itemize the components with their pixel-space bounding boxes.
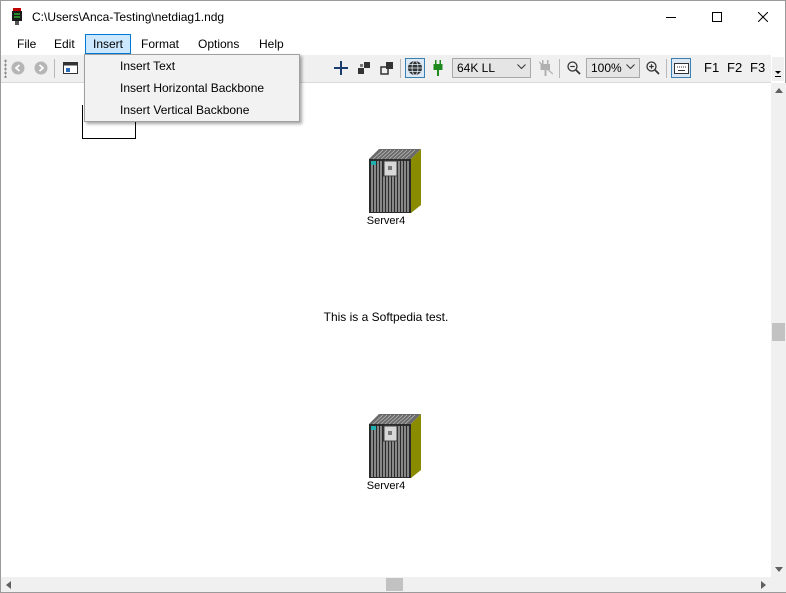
- scroll-left-button[interactable]: [1, 577, 16, 592]
- menu-bar: File Edit Insert Format Options Help: [1, 34, 785, 54]
- server-icon: [369, 149, 421, 213]
- close-icon: [758, 11, 768, 22]
- forward-icon: [34, 61, 48, 75]
- toolbar-grip[interactable]: [4, 59, 7, 78]
- scroll-right-button[interactable]: [756, 577, 771, 592]
- back-button[interactable]: [8, 58, 28, 78]
- insert-text-item[interactable]: Insert Text: [87, 55, 297, 77]
- zoom-select[interactable]: 100%: [586, 58, 640, 78]
- insert-menu-dropdown: Insert Text Insert Horizontal Backbone I…: [84, 54, 300, 122]
- app-icon: [10, 8, 24, 25]
- globe-icon: [408, 60, 422, 76]
- maximize-button[interactable]: [694, 1, 740, 32]
- diagram-canvas[interactable]: Server4 This is a Softpedia test. Server…: [1, 83, 771, 577]
- chevron-down-icon: [626, 64, 635, 70]
- plug-button[interactable]: [428, 58, 448, 78]
- disconnect-button[interactable]: [536, 58, 556, 78]
- close-button[interactable]: [740, 1, 786, 32]
- forward-button[interactable]: [31, 58, 51, 78]
- insert-vertical-backbone-item[interactable]: Insert Vertical Backbone: [87, 99, 297, 121]
- zoom-value: 100%: [591, 61, 622, 75]
- f1-button[interactable]: F1: [704, 60, 719, 75]
- zoom-out-icon: [567, 61, 581, 75]
- disconnect-icon: [539, 60, 553, 76]
- ungroup-icon: [380, 62, 393, 75]
- window-title: C:\Users\Anca-Testing\netdiag1.ndg: [32, 10, 225, 24]
- chevron-down-icon: [775, 71, 781, 77]
- canvas-text[interactable]: This is a Softpedia test.: [1, 310, 771, 324]
- node-label: Server4: [366, 480, 406, 492]
- window-button[interactable]: [60, 58, 80, 78]
- f2-button[interactable]: F2: [727, 60, 742, 75]
- line-type-select[interactable]: 64K LL: [452, 58, 531, 78]
- title-bar: C:\Users\Anca-Testing\netdiag1.ndg: [1, 1, 785, 32]
- vertical-scrollbar[interactable]: [771, 83, 786, 577]
- app-window: C:\Users\Anca-Testing\netdiag1.ndg File …: [0, 0, 786, 593]
- chevron-down-icon: [774, 567, 783, 572]
- toolbar-separator: [559, 59, 560, 78]
- chevron-right-icon: [761, 580, 766, 589]
- toolbar-separator: [666, 59, 667, 78]
- node-label: Server4: [366, 215, 406, 227]
- toolbar-overflow-button[interactable]: [772, 57, 784, 81]
- menu-insert[interactable]: Insert: [85, 34, 132, 54]
- group-icon: [358, 62, 370, 74]
- zoom-in-button[interactable]: [643, 58, 663, 78]
- horizontal-scroll-thumb[interactable]: [386, 578, 403, 591]
- chevron-down-icon: [517, 64, 526, 70]
- server-icon: [369, 414, 421, 478]
- crosshair-icon: [334, 61, 348, 75]
- zoom-out-button[interactable]: [564, 58, 584, 78]
- menu-edit[interactable]: Edit: [47, 34, 82, 54]
- keyboard-icon: [673, 62, 689, 74]
- menu-format[interactable]: Format: [134, 34, 186, 54]
- insert-horizontal-backbone-item[interactable]: Insert Horizontal Backbone: [87, 77, 297, 99]
- minimize-button[interactable]: [648, 1, 694, 32]
- chevron-left-icon: [6, 580, 11, 589]
- line-type-value: 64K LL: [457, 61, 496, 75]
- maximize-icon: [712, 11, 722, 22]
- vertical-scroll-thumb[interactable]: [772, 323, 785, 341]
- chevron-up-icon: [774, 88, 783, 93]
- toolbar-separator: [54, 59, 55, 78]
- toolbar-separator: [400, 59, 401, 78]
- minimize-icon: [666, 16, 676, 18]
- plug-icon: [433, 60, 443, 76]
- window-icon: [62, 62, 78, 74]
- ungroup-button[interactable]: [377, 58, 397, 78]
- menu-options[interactable]: Options: [191, 34, 246, 54]
- zoom-in-icon: [646, 61, 660, 75]
- globe-button[interactable]: [405, 58, 425, 78]
- scroll-up-button[interactable]: [771, 83, 786, 98]
- crosshair-button[interactable]: [331, 58, 351, 78]
- menu-file[interactable]: File: [10, 34, 43, 54]
- keyboard-button[interactable]: [671, 58, 691, 78]
- menu-help[interactable]: Help: [252, 34, 291, 54]
- horizontal-scrollbar[interactable]: [1, 577, 771, 592]
- back-icon: [11, 61, 25, 75]
- scrollbar-corner: [771, 577, 786, 592]
- f3-button[interactable]: F3: [750, 60, 765, 75]
- group-button[interactable]: [354, 58, 374, 78]
- scroll-down-button[interactable]: [771, 562, 786, 577]
